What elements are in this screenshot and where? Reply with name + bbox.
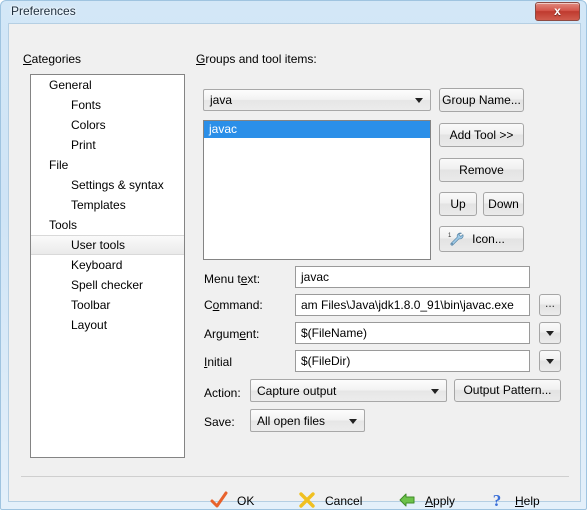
chevron-down-icon: [546, 331, 554, 336]
save-select[interactable]: All open files: [250, 409, 365, 432]
help-button[interactable]: ? Help: [487, 488, 540, 514]
svg-text:1: 1: [448, 233, 452, 239]
category-item-label: File: [49, 158, 69, 172]
preferences-window: Preferences x Categories Groups and tool…: [0, 0, 587, 510]
initial-dropdown-button[interactable]: [539, 350, 561, 372]
help-button-label: Help: [515, 494, 540, 508]
save-select-value: All open files: [257, 414, 326, 428]
category-item[interactable]: File: [31, 155, 184, 175]
group-name-button[interactable]: Group Name...: [439, 88, 524, 112]
category-item-label: Keyboard: [71, 258, 123, 272]
check-icon: [210, 491, 228, 508]
argument-label: Argument:: [204, 327, 260, 341]
add-tool-button[interactable]: Add Tool >>: [439, 123, 524, 147]
ellipsis-icon: ...: [544, 296, 555, 310]
argument-input[interactable]: $(FileName): [295, 322, 530, 344]
menu-text-input[interactable]: javac: [295, 266, 530, 288]
move-up-button-label: Up: [450, 197, 466, 211]
move-up-button[interactable]: Up: [439, 192, 477, 216]
initial-label: Initial: [204, 355, 233, 369]
action-select-value: Capture output: [257, 384, 337, 398]
chevron-down-icon: [546, 359, 554, 364]
categories-tree[interactable]: General Fonts Colors Print File Settings & sy…: [30, 74, 185, 458]
category-item[interactable]: Layout: [31, 315, 184, 335]
category-item-label: Settings & syntax: [71, 178, 164, 192]
category-item-label: Print: [71, 138, 96, 152]
category-item[interactable]: General: [31, 75, 184, 95]
category-item[interactable]: Keyboard: [31, 255, 184, 275]
window-title: Preferences: [11, 4, 76, 18]
question-icon: ?: [493, 491, 502, 510]
close-button[interactable]: x: [535, 2, 580, 21]
remove-button[interactable]: Remove: [439, 158, 524, 182]
chevron-down-icon: [349, 418, 357, 424]
tool-list-item[interactable]: javac: [204, 121, 430, 138]
categories-header: Categories: [23, 52, 82, 66]
move-down-button-label: Down: [488, 197, 519, 211]
remove-button-label: Remove: [459, 163, 504, 177]
category-item-label: General: [49, 78, 92, 92]
arrow-left-icon: [399, 493, 415, 507]
icon-button[interactable]: 1 Icon...: [439, 226, 524, 252]
action-label: Action:: [204, 386, 241, 400]
group-name-button-label: Group Name...: [442, 93, 521, 107]
command-label: Command:: [204, 298, 263, 312]
output-pattern-button-label: Output Pattern...: [463, 383, 552, 397]
category-item-label: Toolbar: [71, 298, 111, 312]
category-item[interactable]: Fonts: [31, 95, 184, 115]
close-icon: x: [554, 4, 561, 18]
category-item[interactable]: User tools: [31, 235, 184, 255]
chevron-down-icon: [415, 98, 423, 103]
browse-command-button[interactable]: ...: [539, 294, 561, 316]
cancel-button[interactable]: Cancel: [297, 488, 362, 514]
group-select[interactable]: java: [203, 89, 431, 111]
category-item[interactable]: Toolbar: [31, 295, 184, 315]
cancel-button-label: Cancel: [325, 494, 363, 508]
category-item[interactable]: Print: [31, 135, 184, 155]
tool-items-list[interactable]: javac: [203, 120, 431, 260]
category-item[interactable]: Settings & syntax: [31, 175, 184, 195]
category-item[interactable]: Colors: [31, 115, 184, 135]
category-item-label: Colors: [71, 118, 106, 132]
ok-button-label: OK: [237, 494, 255, 508]
apply-button[interactable]: Apply: [397, 488, 455, 514]
ok-button[interactable]: OK: [209, 488, 254, 514]
chevron-down-icon: [431, 388, 439, 394]
category-item-label: Tools: [49, 218, 78, 232]
groups-header: Groups and tool items:: [196, 52, 317, 66]
category-item-label: Templates: [71, 198, 126, 212]
category-item-label: Layout: [71, 318, 108, 332]
tool-list-item-label: javac: [209, 122, 238, 136]
apply-button-label: Apply: [425, 494, 456, 508]
category-item-label: Fonts: [71, 98, 102, 112]
save-label: Save:: [204, 415, 235, 429]
category-item[interactable]: Templates: [31, 195, 184, 215]
category-item-label: Spell checker: [71, 278, 144, 292]
argument-dropdown-button[interactable]: [539, 322, 561, 344]
menu-text-label: Menu text:: [204, 272, 261, 286]
group-select-value: java: [210, 93, 233, 107]
x-icon: [299, 492, 315, 508]
move-down-button[interactable]: Down: [483, 192, 524, 216]
category-item[interactable]: Tools: [31, 215, 184, 235]
add-tool-button-label: Add Tool >>: [449, 128, 514, 142]
icon-button-label: Icon...: [472, 232, 505, 246]
action-select[interactable]: Capture output: [250, 379, 447, 402]
wrench-icon: 1: [448, 232, 464, 246]
initial-input[interactable]: $(FileDir): [295, 350, 530, 372]
footer-divider: [21, 476, 569, 477]
dialog-client-area: Categories Groups and tool items: Genera…: [8, 23, 581, 510]
title-bar: Preferences x: [1, 1, 586, 23]
command-input[interactable]: am Files\Java\jdk1.8.0_91\bin\javac.exe: [295, 294, 530, 316]
svg-text:?: ?: [493, 491, 502, 510]
category-item[interactable]: Spell checker: [31, 275, 184, 295]
output-pattern-button[interactable]: Output Pattern...: [454, 379, 561, 402]
category-item-label: User tools: [71, 238, 126, 252]
